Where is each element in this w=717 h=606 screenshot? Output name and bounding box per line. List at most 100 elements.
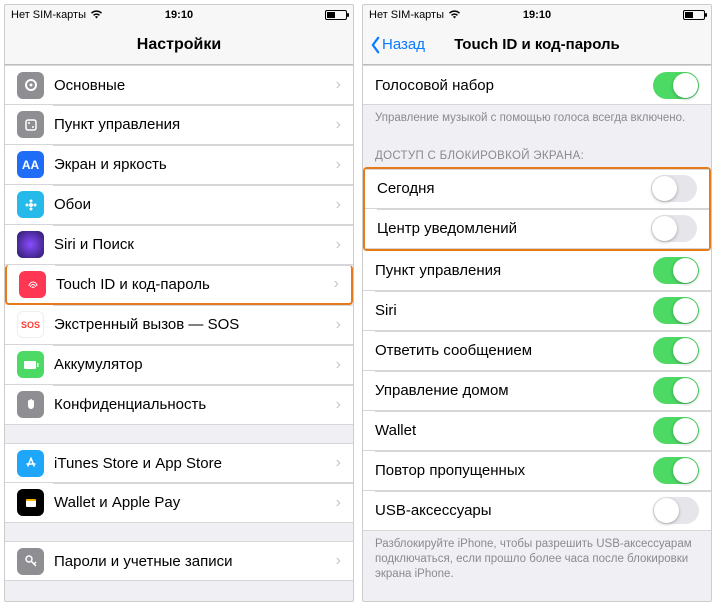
status-bar: Нет SIM-карты 19:10 [5, 5, 353, 25]
status-bar: Нет SIM-карты 19:10 [363, 5, 711, 25]
wifi-icon [90, 9, 103, 22]
flower-icon [17, 191, 44, 218]
row-label: Wallet [375, 422, 653, 439]
sos-icon: SOS [17, 311, 44, 338]
row-label: Wallet и Apple Pay [54, 494, 332, 511]
row-label: USB-аксессуары [375, 502, 653, 519]
chevron-right-icon: › [336, 116, 341, 134]
text-size-icon: AA [17, 151, 44, 178]
back-label: Назад [382, 36, 425, 53]
wifi-icon [448, 9, 461, 22]
battery-icon [683, 10, 705, 20]
touchid-passcode-screen: Нет SIM-карты 19:10 Назад Touch ID и код… [362, 4, 712, 602]
sliders-icon [17, 111, 44, 138]
row-label: iTunes Store и App Store [54, 455, 332, 472]
row-emergency-sos[interactable]: SOS Экстренный вызов — SOS › [5, 305, 353, 345]
row-notification-center[interactable]: Центр уведомлений [365, 209, 709, 249]
row-label: Siri и Поиск [54, 236, 332, 253]
row-voice-dial[interactable]: Голосовой набор [363, 65, 711, 105]
row-label: Touch ID и код-пароль [56, 276, 330, 293]
row-label: Повтор пропущенных [375, 462, 653, 479]
switch-voice-dial[interactable] [653, 72, 699, 99]
row-label: Центр уведомлений [377, 220, 651, 237]
chevron-right-icon: › [336, 356, 341, 374]
row-label: Голосовой набор [375, 77, 653, 94]
switch-today[interactable] [651, 175, 697, 202]
clock: 19:10 [165, 9, 193, 21]
row-label: Экран и яркость [54, 156, 332, 173]
row-label: Пункт управления [54, 116, 332, 133]
lock-access-header: ДОСТУП С БЛОКИРОВКОЙ ЭКРАНА: [363, 136, 711, 167]
row-label: Пароли и учетные записи [54, 553, 332, 570]
row-privacy[interactable]: Конфиденциальность › [5, 385, 353, 425]
row-display[interactable]: AA Экран и яркость › [5, 145, 353, 185]
row-control-center[interactable]: Пункт управления › [5, 105, 353, 145]
wallet-icon [17, 489, 44, 516]
gear-icon [17, 72, 44, 99]
row-return-missed[interactable]: Повтор пропущенных [363, 451, 711, 491]
row-label: Управление домом [375, 382, 653, 399]
row-siri[interactable]: Siri и Поиск › [5, 225, 353, 265]
page-title: Touch ID и код-пароль [454, 36, 620, 53]
carrier-text: Нет SIM-карты [369, 9, 444, 21]
usb-footer: Разблокируйте iPhone, чтобы разрешить US… [363, 531, 711, 592]
row-control-center[interactable]: Пункт управления [363, 251, 711, 291]
chevron-right-icon: › [336, 396, 341, 414]
row-label: Обои [54, 196, 332, 213]
navbar: Назад Touch ID и код-пароль [363, 25, 711, 65]
chevron-right-icon: › [336, 76, 341, 94]
row-label: Ответить сообщением [375, 342, 653, 359]
row-wallpaper[interactable]: Обои › [5, 185, 353, 225]
row-battery[interactable]: Аккумулятор › [5, 345, 353, 385]
chevron-right-icon: › [336, 494, 341, 512]
switch-notification-center[interactable] [651, 215, 697, 242]
row-touch-id[interactable]: Touch ID и код-пароль › [5, 265, 353, 305]
row-label: Сегодня [377, 180, 651, 197]
switch-home-control[interactable] [653, 377, 699, 404]
row-label: Конфиденциальность [54, 396, 332, 413]
row-itunes-appstore[interactable]: iTunes Store и App Store › [5, 443, 353, 483]
chevron-right-icon: › [334, 275, 339, 293]
row-label: Основные [54, 77, 332, 94]
row-label: Экстренный вызов — SOS [54, 316, 332, 333]
row-general[interactable]: Основные › [5, 65, 353, 105]
appstore-icon [17, 450, 44, 477]
key-icon [17, 548, 44, 575]
back-button[interactable]: Назад [369, 36, 425, 54]
chevron-right-icon: › [336, 552, 341, 570]
voice-footer: Управление музыкой с помощью голоса всег… [363, 105, 711, 136]
row-passwords[interactable]: Пароли и учетные записи › [5, 541, 353, 581]
switch-control-center[interactable] [653, 257, 699, 284]
battery-icon [325, 10, 347, 20]
switch-siri[interactable] [653, 297, 699, 324]
carrier-text: Нет SIM-карты [11, 9, 86, 21]
switch-wallet[interactable] [653, 417, 699, 444]
siri-icon [17, 231, 44, 258]
chevron-right-icon: › [336, 196, 341, 214]
row-wallet-applepay[interactable]: Wallet и Apple Pay › [5, 483, 353, 523]
row-home-control[interactable]: Управление домом [363, 371, 711, 411]
row-siri[interactable]: Siri [363, 291, 711, 331]
navbar: Настройки [5, 25, 353, 65]
switch-usb-accessories[interactable] [653, 497, 699, 524]
settings-list[interactable]: Основные › Пункт управления › AA Экран и… [5, 65, 353, 601]
chevron-right-icon: › [336, 454, 341, 472]
row-usb-accessories[interactable]: USB-аксессуары [363, 491, 711, 531]
settings-screen: Нет SIM-карты 19:10 Настройки Основные ›… [4, 4, 354, 602]
switch-reply-message[interactable] [653, 337, 699, 364]
row-wallet[interactable]: Wallet [363, 411, 711, 451]
fingerprint-icon [19, 271, 46, 298]
switch-return-missed[interactable] [653, 457, 699, 484]
row-today-view[interactable]: Сегодня [365, 169, 709, 209]
touchid-list[interactable]: Голосовой набор Управление музыкой с пом… [363, 65, 711, 601]
chevron-right-icon: › [336, 156, 341, 174]
hand-icon [17, 391, 44, 418]
chevron-right-icon: › [336, 316, 341, 334]
row-label: Siri [375, 302, 653, 319]
row-label: Пункт управления [375, 262, 653, 279]
clock: 19:10 [523, 9, 551, 21]
row-label: Аккумулятор [54, 356, 332, 373]
chevron-right-icon: › [336, 236, 341, 254]
row-reply-message[interactable]: Ответить сообщением [363, 331, 711, 371]
battery-icon [17, 351, 44, 378]
